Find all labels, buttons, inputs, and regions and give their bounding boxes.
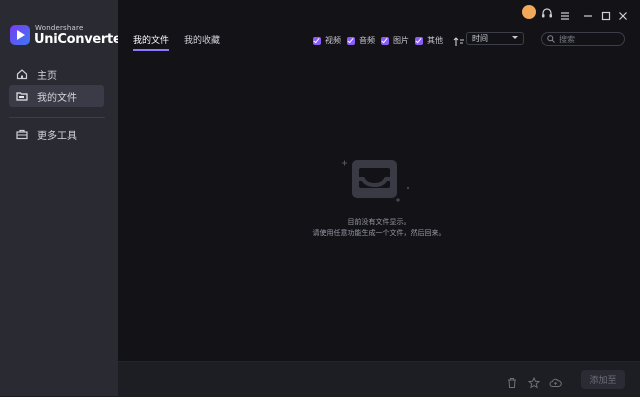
- filter-label: 音频: [359, 36, 375, 45]
- bottom-bar: 添加至: [118, 361, 640, 397]
- folder-icon: [16, 90, 28, 102]
- trash-icon[interactable]: [506, 374, 518, 388]
- menu-icon[interactable]: [560, 6, 570, 25]
- filter-video[interactable]: 视频: [313, 35, 341, 46]
- tab-bar: 我的文件 我的收藏: [133, 33, 235, 51]
- maximize-icon[interactable]: [601, 6, 611, 25]
- minimize-icon[interactable]: [583, 6, 593, 25]
- close-icon[interactable]: [618, 6, 628, 25]
- tab-my-files[interactable]: 我的文件: [133, 33, 170, 51]
- inbox-icon: [330, 155, 410, 215]
- sidebar-item-label: 主页: [37, 70, 57, 82]
- search-input[interactable]: 搜索: [541, 32, 625, 46]
- main-panel: 我的文件 我的收藏 视频 音频 图片 其他 时间 搜索 目前没有文件显示。 请使…: [118, 0, 640, 397]
- sidebar-item-label: 更多工具: [37, 130, 77, 142]
- tab-favorites[interactable]: 我的收藏: [184, 33, 220, 51]
- filter-label: 视频: [325, 36, 341, 45]
- star-icon[interactable]: [527, 374, 541, 389]
- sidebar-item-my-files[interactable]: 我的文件: [9, 85, 104, 107]
- filter-image[interactable]: 图片: [381, 35, 409, 46]
- uniconverter-logo-icon: [10, 25, 30, 45]
- search-placeholder: 搜索: [559, 34, 575, 44]
- cloud-icon[interactable]: [549, 374, 562, 387]
- avatar[interactable]: [522, 5, 536, 19]
- sidebar-item-home[interactable]: 主页: [9, 63, 104, 85]
- home-icon: [16, 68, 28, 80]
- filter-other[interactable]: 其他: [415, 35, 443, 46]
- logo-brand-small: Wondershare: [35, 24, 84, 32]
- sort-select[interactable]: 时间: [466, 32, 524, 45]
- app-window: Wondershare UniConverter 主页 我的文件 更多工具 我的…: [0, 0, 640, 397]
- checkbox-checked-icon: [415, 36, 423, 45]
- sort-icon[interactable]: [453, 33, 465, 46]
- sidebar: Wondershare UniConverter 主页 我的文件 更多工具: [0, 0, 128, 396]
- add-to-button[interactable]: 添加至: [581, 370, 625, 389]
- headset-icon[interactable]: [541, 5, 553, 24]
- toolbox-icon: [16, 128, 28, 140]
- sidebar-item-label: 我的文件: [37, 92, 77, 104]
- empty-state-line2: 请使用任意功能生成一个文件，然后回来。: [312, 229, 446, 237]
- logo: Wondershare UniConverter: [10, 24, 128, 48]
- checkbox-checked-icon: [381, 36, 389, 45]
- filter-label: 其他: [427, 36, 443, 45]
- checkbox-checked-icon: [347, 36, 355, 45]
- sidebar-divider: [9, 117, 105, 118]
- chevron-down-icon: [512, 36, 518, 39]
- logo-brand-name: UniConverter: [34, 32, 128, 47]
- search-icon: [547, 35, 555, 43]
- filter-audio[interactable]: 音频: [347, 35, 375, 46]
- sidebar-item-more-tools[interactable]: 更多工具: [9, 123, 104, 145]
- sort-select-value: 时间: [472, 34, 488, 43]
- empty-state-line1: 目前没有文件显示。: [347, 218, 411, 226]
- checkbox-checked-icon: [313, 36, 321, 45]
- filter-label: 图片: [393, 36, 409, 45]
